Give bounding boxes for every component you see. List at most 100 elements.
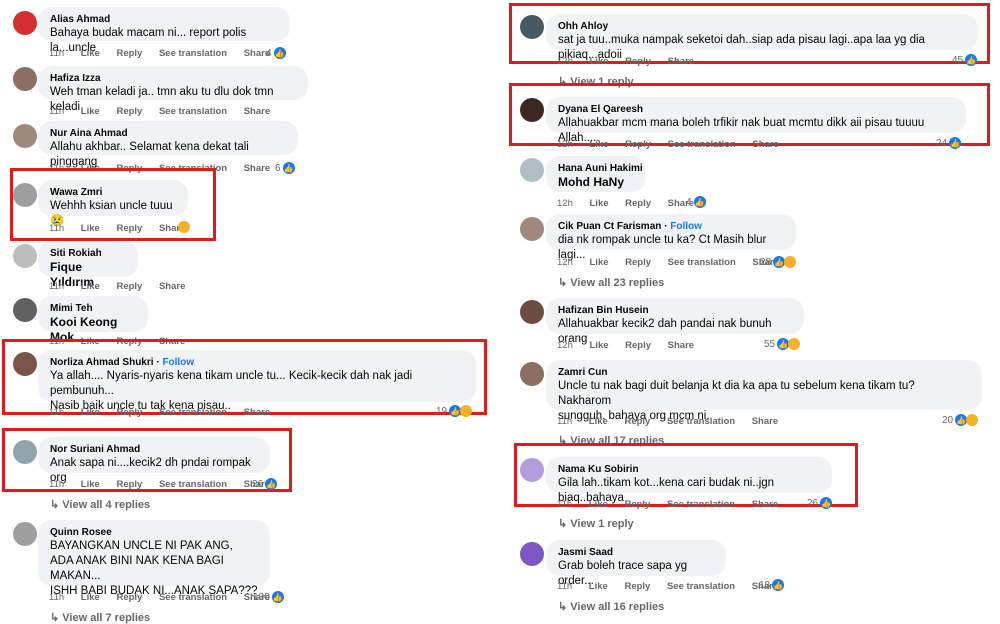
comment-author[interactable]: Ohh Ahloy [558,20,966,33]
comment-author[interactable]: Nur Aina Ahmad [50,127,286,140]
reaction-count[interactable]: 26 👍 [252,478,278,490]
tagged-user[interactable]: Mohd HaNy [558,175,634,190]
comment-author[interactable]: Hana Auni Hakimi [558,162,643,175]
reply-button[interactable]: Reply [624,581,650,592]
see-translation-button[interactable]: See translation [667,416,735,427]
view-replies-link[interactable]: ↳ View all 4 replies [50,498,150,511]
avatar[interactable] [520,300,544,324]
comment-time[interactable]: 12h [557,257,573,268]
like-button[interactable]: Like [590,198,609,209]
reaction-count[interactable]: 24 👍 [936,137,962,149]
avatar[interactable] [13,11,37,35]
follow-button[interactable]: Follow [670,221,702,232]
share-button[interactable]: Share [244,106,270,117]
share-button[interactable]: Share [668,340,694,351]
like-button[interactable]: Like [589,581,608,592]
reaction-count[interactable]: 130 👍 [253,591,284,603]
reaction-count[interactable]: 4 👍 [686,196,706,208]
comment-time[interactable]: 11h [49,479,64,490]
reply-button[interactable]: Reply [625,56,651,67]
comment-author[interactable]: Alias Ahmad [50,13,278,26]
reaction-count[interactable]: 20 👍 [942,414,979,426]
comment-author[interactable]: Dyana El Qareesh [558,103,954,116]
reply-button[interactable]: Reply [116,106,142,117]
comment-time[interactable]: 11h [49,223,64,234]
reaction-count[interactable]: 6 👍 [275,162,295,174]
comment-author-name[interactable]: Cik Puan Ct Farisman [558,221,661,232]
avatar[interactable] [13,440,37,464]
like-button[interactable]: Like [81,223,100,234]
reply-button[interactable]: Reply [116,281,142,292]
comment-time[interactable]: 11h [49,106,64,117]
like-button[interactable]: Like [590,257,609,268]
see-translation-button[interactable]: See translation [159,479,227,490]
see-translation-button[interactable]: See translation [667,499,735,510]
avatar[interactable] [520,362,544,386]
comment-author[interactable]: Nama Ku Sobirin [558,463,820,476]
reply-button[interactable]: Reply [625,198,651,209]
like-button[interactable]: Like [81,281,100,292]
share-button[interactable]: Share [752,416,778,427]
comment-author[interactable]: Siti Rokiah [50,247,126,260]
avatar[interactable] [520,458,544,482]
reaction-count[interactable]: 18 👍 [759,579,785,591]
reply-button[interactable]: Reply [116,479,142,490]
reply-button[interactable]: Reply [116,223,142,234]
comment-author[interactable]: Hafiza Izza [50,72,296,85]
see-translation-button[interactable]: See translation [159,407,227,418]
like-button[interactable]: Like [590,56,609,67]
avatar[interactable] [13,244,37,268]
share-button[interactable]: Share [244,163,270,174]
like-button[interactable]: Like [81,106,100,117]
avatar[interactable] [13,67,37,91]
reaction-count[interactable]: 19 👍 [436,405,473,417]
see-translation-button[interactable]: See translation [668,257,736,268]
see-translation-button[interactable]: See translation [667,581,735,592]
see-translation-button[interactable]: See translation [668,139,736,150]
avatar[interactable] [520,15,544,39]
comment-author[interactable]: Wawa Zmri [50,186,176,199]
reply-button[interactable]: Reply [624,416,650,427]
view-replies-link[interactable]: ↳ View all 16 replies [558,600,664,613]
comment-time[interactable]: 11h [49,281,64,292]
reply-button[interactable]: Reply [624,499,650,510]
comment-time[interactable]: 12h [557,139,573,150]
reaction-count[interactable]: 26 👍 [807,497,833,509]
reply-button[interactable]: Reply [116,407,142,418]
comment-time[interactable]: 11h [49,48,64,59]
comment-time[interactable]: 11h [49,407,64,418]
like-button[interactable]: Like [589,499,608,510]
reply-button[interactable]: Reply [116,48,142,59]
reaction-count[interactable] [178,221,190,233]
comment-time[interactable]: 11h [557,416,572,427]
comment-author[interactable]: Hafizan Bin Husein [558,304,792,317]
share-button[interactable]: Share [668,56,694,67]
view-replies-link[interactable]: ↳ View all 23 replies [558,276,664,289]
share-button[interactable]: Share [752,499,778,510]
like-button[interactable]: Like [81,407,100,418]
comment-time[interactable]: 12h [557,340,573,351]
comment-author[interactable]: Mimi Teh [50,302,136,315]
avatar[interactable] [13,522,37,546]
share-button[interactable]: Share [244,407,270,418]
avatar[interactable] [520,158,544,182]
share-button[interactable]: Share [159,281,185,292]
comment-time[interactable]: 11h [557,581,572,592]
view-replies-link[interactable]: ↳ View all 7 replies [50,611,150,624]
reply-button[interactable]: Reply [625,340,651,351]
comment-author-name[interactable]: Norliza Ahmad Shukri [50,357,154,368]
avatar[interactable] [13,298,37,322]
comment-time[interactable]: 11h [557,499,572,510]
comment-time[interactable]: 12h [557,198,573,209]
view-replies-link[interactable]: ↳ View 1 reply [558,517,634,530]
avatar[interactable] [520,98,544,122]
comment-author[interactable]: Quinn Rosee [50,526,258,539]
comment-time[interactable]: 12h [557,56,573,67]
reaction-count[interactable]: 55 👍 [764,338,801,350]
like-button[interactable]: Like [81,592,100,603]
see-translation-button[interactable]: See translation [159,106,227,117]
avatar[interactable] [520,217,544,241]
reply-button[interactable]: Reply [625,139,651,150]
share-button[interactable]: Share [752,139,778,150]
comment-author[interactable]: Jasmi Saad [558,546,714,559]
